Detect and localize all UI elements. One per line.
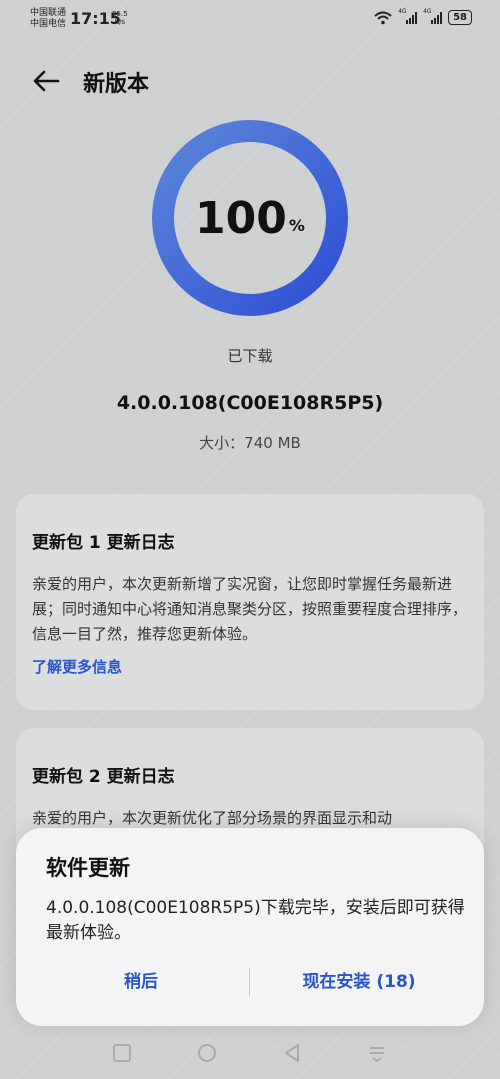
carrier-info: 中国联通 中国电信 <box>30 8 66 30</box>
arrow-left-icon <box>33 70 60 92</box>
progress-percent: 100 <box>195 192 287 244</box>
net-speed-value: 25.5 <box>112 10 128 18</box>
progress-value: 100% <box>150 118 350 318</box>
network-type-2: 4G <box>423 7 432 15</box>
package-size: 大小：740 MB <box>199 434 301 452</box>
learn-more-link[interactable]: 了解更多信息 <box>32 656 122 677</box>
recent-apps-icon[interactable] <box>111 1042 133 1064</box>
changelog-title-2: 更新包 2 更新日志 <box>32 767 175 787</box>
install-now-button[interactable]: 现在安装 (18) <box>264 962 454 1002</box>
back-button[interactable] <box>30 64 64 98</box>
navigation-bar <box>0 1030 500 1079</box>
back-nav-icon[interactable] <box>281 1042 303 1064</box>
home-icon[interactable] <box>196 1042 218 1064</box>
wifi-icon <box>374 11 392 24</box>
changelog-title-1: 更新包 1 更新日志 <box>32 533 175 553</box>
dialog-actions: 稍后 现在安装 (18) <box>16 962 484 1002</box>
status-bar: 中国联通 中国电信 17:15 25.5 K/s 4G 4G 58 <box>0 0 500 40</box>
header: 新版本 <box>0 58 500 102</box>
software-update-dialog: 软件更新 4.0.0.108(C00E108R5P5)下载完毕，安装后即可获得最… <box>16 828 484 1026</box>
dialog-title: 软件更新 <box>46 856 130 880</box>
progress-unit: % <box>288 215 305 235</box>
changelog-card-1: 更新包 1 更新日志 亲爱的用户，本次更新新增了实况窗，让您即时掌握任务最新进展… <box>16 494 484 710</box>
download-progress-ring: 100% <box>150 118 350 318</box>
net-speed-unit: K/s <box>114 18 126 26</box>
button-divider <box>249 968 250 996</box>
signal-icon-2: 4G <box>423 8 443 24</box>
carrier-2: 中国电信 <box>30 19 67 29</box>
changelog-body-1: 亲爱的用户，本次更新新增了实况窗，让您即时掌握任务最新进展；同时通知中心将通知消… <box>32 575 468 643</box>
signal-icon-1: 4G <box>398 8 418 24</box>
version-number: 4.0.0.108(C00E108R5P5) <box>116 392 384 414</box>
notification-drawer-icon[interactable] <box>366 1042 388 1064</box>
download-status: 已下载 <box>227 347 273 365</box>
dialog-message: 4.0.0.108(C00E108R5P5)下载完毕，安装后即可获得最新体验。 <box>46 898 465 943</box>
status-icons: 4G 4G 58 <box>374 8 472 25</box>
net-speed: 25.5 K/s <box>112 10 128 26</box>
carrier-1: 中国联通 <box>30 8 67 18</box>
later-button[interactable]: 稍后 <box>46 962 236 1002</box>
battery-icon: 58 <box>448 10 472 25</box>
network-type-1: 4G <box>398 7 407 15</box>
page-title: 新版本 <box>83 72 150 97</box>
